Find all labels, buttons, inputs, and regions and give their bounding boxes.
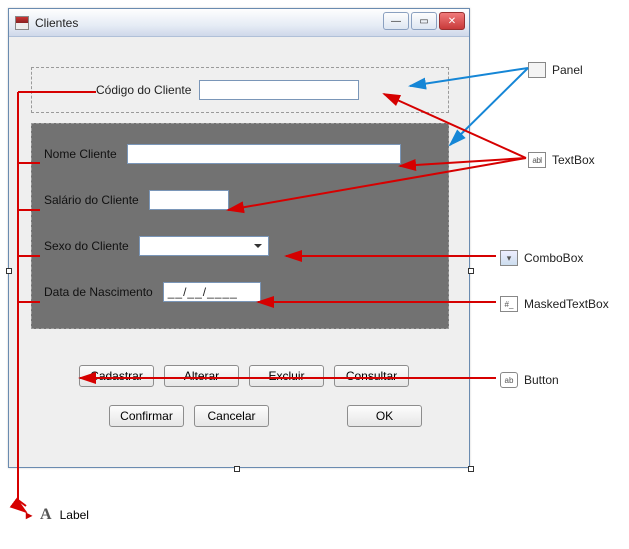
legend-label-label: Label: [60, 508, 89, 522]
panel-details: Nome Cliente Salário do Cliente Sexo do …: [31, 123, 449, 329]
salario-label: Salário do Cliente: [44, 193, 139, 207]
combobox-icon: [500, 250, 518, 266]
legend-combobox-label: ComboBox: [524, 251, 583, 265]
alterar-button[interactable]: Alterar: [164, 365, 239, 387]
excluir-button[interactable]: Excluir: [249, 365, 324, 387]
datanasc-label: Data de Nascimento: [44, 285, 153, 299]
minimize-button[interactable]: —: [383, 12, 409, 30]
cancelar-button[interactable]: Cancelar: [194, 405, 269, 427]
maskedtextbox-icon: [500, 296, 518, 312]
codigo-label: Código do Cliente: [96, 83, 191, 97]
window-title: Clientes: [35, 16, 78, 30]
close-button[interactable]: ✕: [439, 12, 465, 30]
app-icon: [15, 16, 29, 30]
legend-button-label: Button: [524, 373, 559, 387]
legend-panel: Panel: [528, 62, 583, 78]
legend-maskedtextbox: MaskedTextBox: [500, 296, 609, 312]
legend-textbox: TextBox: [528, 152, 595, 168]
winform-window: Clientes — ▭ ✕ Código do Cliente Nome Cl…: [8, 8, 470, 468]
sexo-combobox[interactable]: [139, 236, 269, 256]
panel-icon: [528, 62, 546, 78]
button-row-secondary: Confirmar Cancelar OK: [109, 405, 422, 427]
maximize-button[interactable]: ▭: [411, 12, 437, 30]
ok-button[interactable]: OK: [347, 405, 422, 427]
button-icon: [500, 372, 518, 388]
salario-textbox[interactable]: [149, 190, 229, 210]
legend-textbox-label: TextBox: [552, 153, 595, 167]
textbox-icon: [528, 152, 546, 168]
label-icon: [40, 506, 52, 524]
panel-codigo: Código do Cliente: [31, 67, 449, 113]
consultar-button[interactable]: Consultar: [334, 365, 409, 387]
legend-panel-label: Panel: [552, 63, 583, 77]
legend-button: Button: [500, 372, 559, 388]
window-buttons: — ▭ ✕: [383, 12, 465, 30]
nome-label: Nome Cliente: [44, 147, 117, 161]
legend-label: ▸ Label: [26, 506, 89, 524]
resize-handle-icon: [468, 268, 474, 274]
datanasc-maskedtextbox[interactable]: __/__/____: [163, 282, 261, 302]
client-area: Código do Cliente Nome Cliente Salário d…: [9, 37, 469, 467]
resize-handle-icon: [234, 466, 240, 472]
resize-handle-icon: [6, 268, 12, 274]
cadastrar-button[interactable]: Cadastrar: [79, 365, 154, 387]
codigo-textbox[interactable]: [199, 80, 359, 100]
titlebar[interactable]: Clientes — ▭ ✕: [9, 9, 469, 37]
resize-handle-icon: [468, 466, 474, 472]
button-row-primary: Cadastrar Alterar Excluir Consultar: [79, 365, 409, 387]
nome-textbox[interactable]: [127, 144, 401, 164]
confirmar-button[interactable]: Confirmar: [109, 405, 184, 427]
sexo-label: Sexo do Cliente: [44, 239, 129, 253]
legend-combobox: ComboBox: [500, 250, 583, 266]
legend-maskedtextbox-label: MaskedTextBox: [524, 297, 609, 311]
